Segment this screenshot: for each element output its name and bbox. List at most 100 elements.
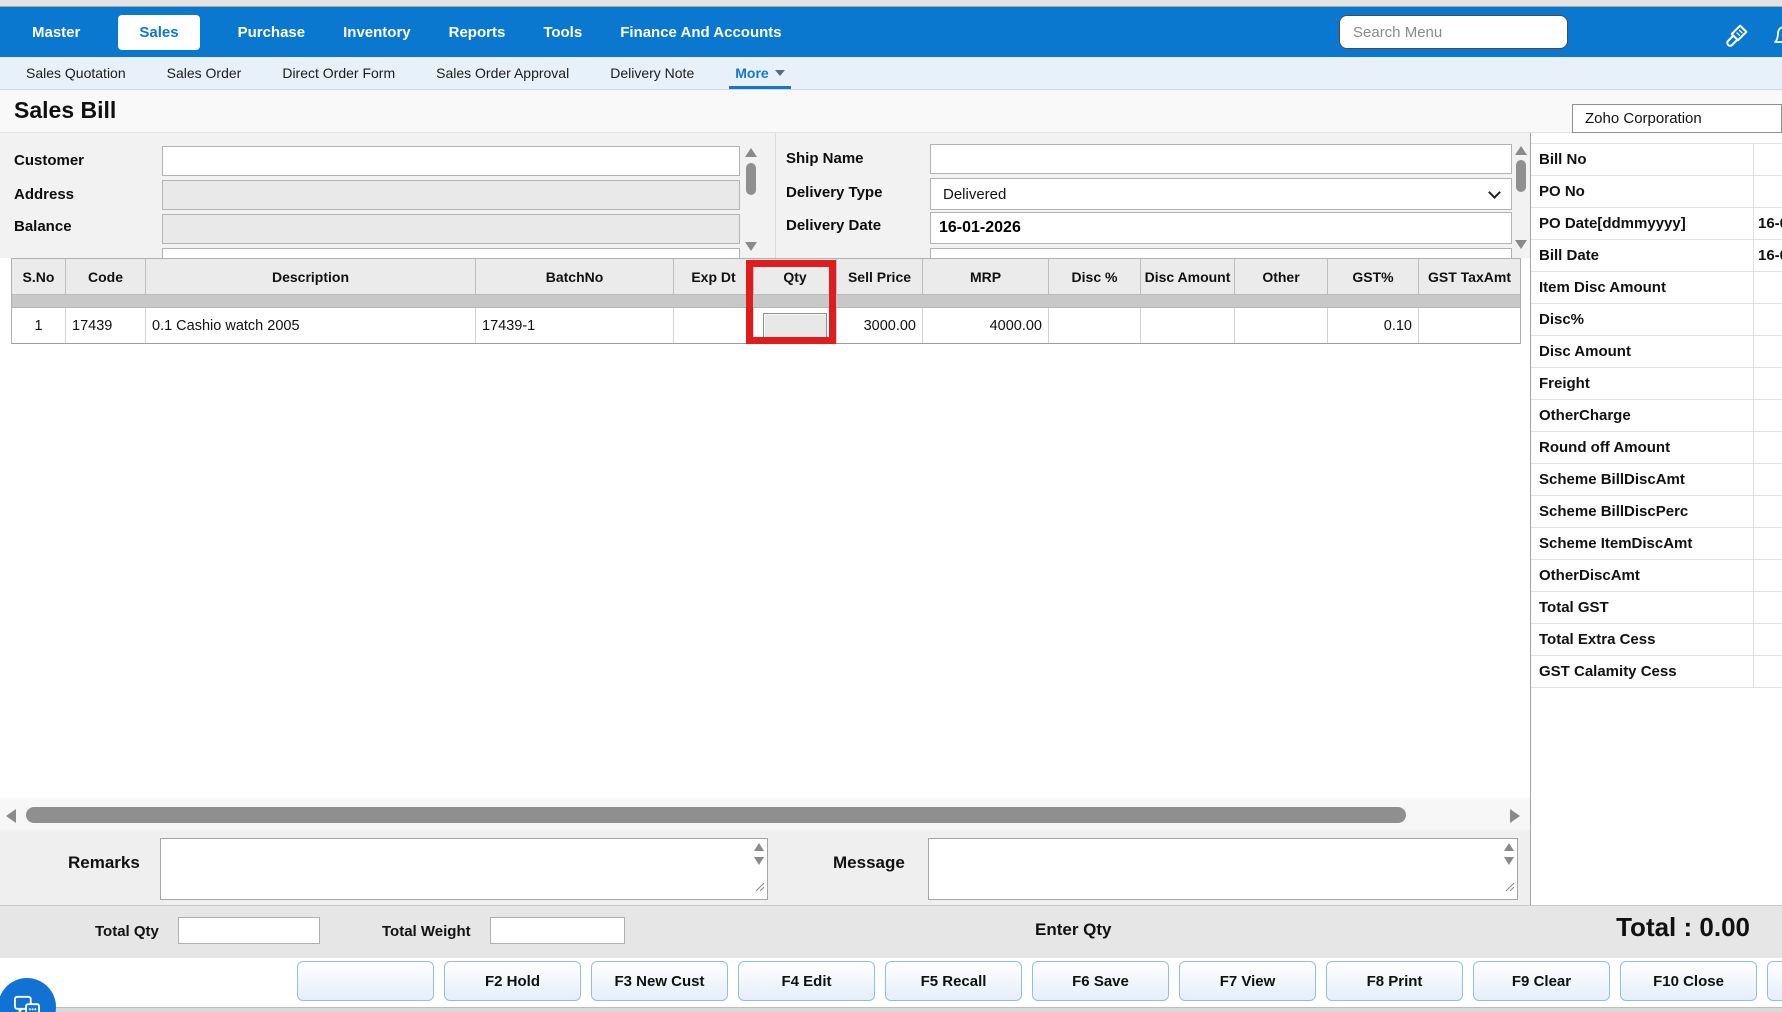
f8-print-button[interactable]: F8 Print (1326, 961, 1463, 1001)
menu-item-reports[interactable]: Reports (449, 24, 506, 41)
col-header-sno: S.No (12, 259, 66, 295)
row-value[interactable] (1753, 336, 1782, 367)
menu-item-inventory[interactable]: Inventory (343, 24, 411, 41)
row-label: Scheme ItemDiscAmt (1539, 535, 1693, 552)
horizontal-scroll-thumb[interactable] (26, 807, 1406, 823)
cell-description[interactable]: 0.1 Cashio watch 2005 (146, 308, 476, 343)
menu-item-sales-selected[interactable]: Sales (118, 14, 200, 50)
cell-batchno[interactable]: 17439-1 (476, 308, 674, 343)
f1-button[interactable] (297, 961, 434, 1001)
delivery-date-input[interactable] (930, 212, 1512, 244)
scroll-left-icon[interactable] (6, 809, 16, 823)
menu-item-master[interactable]: Master (32, 24, 80, 41)
scroll-down-icon[interactable] (1504, 857, 1514, 865)
cell-sell-price[interactable]: 3000.00 (837, 308, 923, 343)
total-weight-input[interactable] (490, 917, 625, 944)
f7-view-button[interactable]: F7 View (1179, 961, 1316, 1001)
search-menu-input[interactable] (1339, 15, 1568, 49)
clipped-next-input (930, 248, 1512, 258)
scroll-up-icon[interactable] (1504, 843, 1514, 851)
f4-edit-button[interactable]: F4 Edit (738, 961, 875, 1001)
page-title: Sales Bill (14, 97, 117, 123)
qty-input[interactable] (763, 312, 827, 339)
scroll-down-icon[interactable] (754, 857, 764, 865)
scroll-thumb[interactable] (1516, 160, 1526, 192)
cell-gst-taxamt[interactable] (1419, 308, 1520, 343)
scroll-up-icon[interactable] (745, 148, 757, 157)
subnav-more-label: More (735, 65, 769, 81)
f6-save-button[interactable]: F6 Save (1032, 961, 1169, 1001)
row-value[interactable]: 16-0 (1753, 208, 1782, 239)
ship-name-input[interactable] (930, 144, 1512, 174)
row-value[interactable] (1753, 592, 1782, 623)
subnav-more-dropdown[interactable]: More (729, 57, 792, 89)
cell-expdt[interactable] (674, 308, 754, 343)
row-value[interactable] (1753, 432, 1782, 463)
subnav-direct-order-form[interactable]: Direct Order Form (282, 65, 395, 81)
f2-hold-button[interactable]: F2 Hold (444, 961, 581, 1001)
row-value[interactable] (1753, 304, 1782, 335)
theme-paintbrush-icon[interactable] (1722, 20, 1752, 55)
summary-row-item-disc-amount: Item Disc Amount (1531, 272, 1782, 304)
row-value[interactable] (1753, 464, 1782, 495)
cell-mrp[interactable]: 4000.00 (923, 308, 1049, 343)
scroll-up-icon[interactable] (754, 843, 764, 851)
cell-code[interactable]: 17439 (66, 308, 146, 343)
row-value[interactable] (1753, 176, 1782, 207)
row-label: Total GST (1539, 599, 1609, 616)
col-header-qty: Qty (754, 259, 837, 295)
cell-disc-amount[interactable] (1141, 308, 1235, 343)
row-label: Disc% (1539, 311, 1585, 328)
summary-row-round-off: Round off Amount (1531, 432, 1782, 464)
row-value[interactable] (1753, 496, 1782, 527)
f5-recall-button[interactable]: F5 Recall (885, 961, 1022, 1001)
cell-sno[interactable]: 1 (12, 308, 66, 343)
cell-disc-pct[interactable] (1049, 308, 1141, 343)
resize-grip-icon[interactable] (755, 879, 765, 897)
status-hint: Enter Qty (1035, 920, 1112, 939)
customer-input[interactable] (162, 146, 740, 176)
scroll-thumb[interactable] (746, 163, 756, 195)
menu-item-finance-and-accounts[interactable]: Finance And Accounts (620, 24, 781, 41)
summary-row-total-extra-cess: Total Extra Cess (1531, 624, 1782, 656)
remarks-textarea[interactable] (161, 839, 767, 899)
cell-gst-pct[interactable]: 0.10 (1328, 308, 1419, 343)
company-name-box[interactable]: Zoho Corporation (1572, 104, 1782, 133)
row-value[interactable] (1753, 400, 1782, 431)
total-qty-input[interactable] (178, 917, 320, 944)
scroll-right-icon[interactable] (1510, 809, 1520, 823)
customer-label: Customer (14, 152, 85, 169)
col-header-expdt: Exp Dt (674, 259, 754, 295)
subnav-sales-quotation[interactable]: Sales Quotation (26, 65, 126, 81)
partial-button[interactable] (1767, 961, 1782, 1001)
row-value[interactable] (1753, 656, 1782, 687)
scroll-down-icon[interactable] (1515, 240, 1527, 249)
subnav-sales-order[interactable]: Sales Order (167, 65, 242, 81)
row-value[interactable] (1753, 144, 1782, 175)
row-value[interactable] (1753, 368, 1782, 399)
resize-grip-icon[interactable] (1505, 879, 1515, 897)
scroll-up-icon[interactable] (1515, 146, 1527, 155)
row-value[interactable] (1753, 624, 1782, 655)
remarks-textarea-box (160, 838, 768, 900)
f9-clear-button[interactable]: F9 Clear (1473, 961, 1610, 1001)
row-label: Freight (1539, 375, 1590, 392)
subnav-sales-order-approval[interactable]: Sales Order Approval (436, 65, 569, 81)
row-value[interactable] (1753, 272, 1782, 303)
delivery-type-select[interactable]: Delivered (930, 178, 1512, 210)
subnav-delivery-note[interactable]: Delivery Note (610, 65, 694, 81)
menu-item-tools[interactable]: Tools (543, 24, 582, 41)
left-form-scrollbar[interactable] (744, 146, 758, 252)
menu-item-purchase[interactable]: Purchase (238, 24, 306, 41)
row-value[interactable] (1753, 560, 1782, 591)
f10-close-button[interactable]: F10 Close (1620, 961, 1757, 1001)
row-label: GST Calamity Cess (1539, 663, 1677, 680)
f3-new-cust-button[interactable]: F3 New Cust (591, 961, 728, 1001)
cell-other[interactable] (1235, 308, 1328, 343)
scroll-down-icon[interactable] (745, 242, 757, 251)
message-textarea[interactable] (929, 839, 1517, 899)
row-value[interactable]: 16-0 (1753, 240, 1782, 271)
right-form-scrollbar[interactable] (1514, 144, 1528, 250)
row-value[interactable] (1753, 528, 1782, 559)
notification-icon-partial[interactable] (1772, 23, 1782, 54)
